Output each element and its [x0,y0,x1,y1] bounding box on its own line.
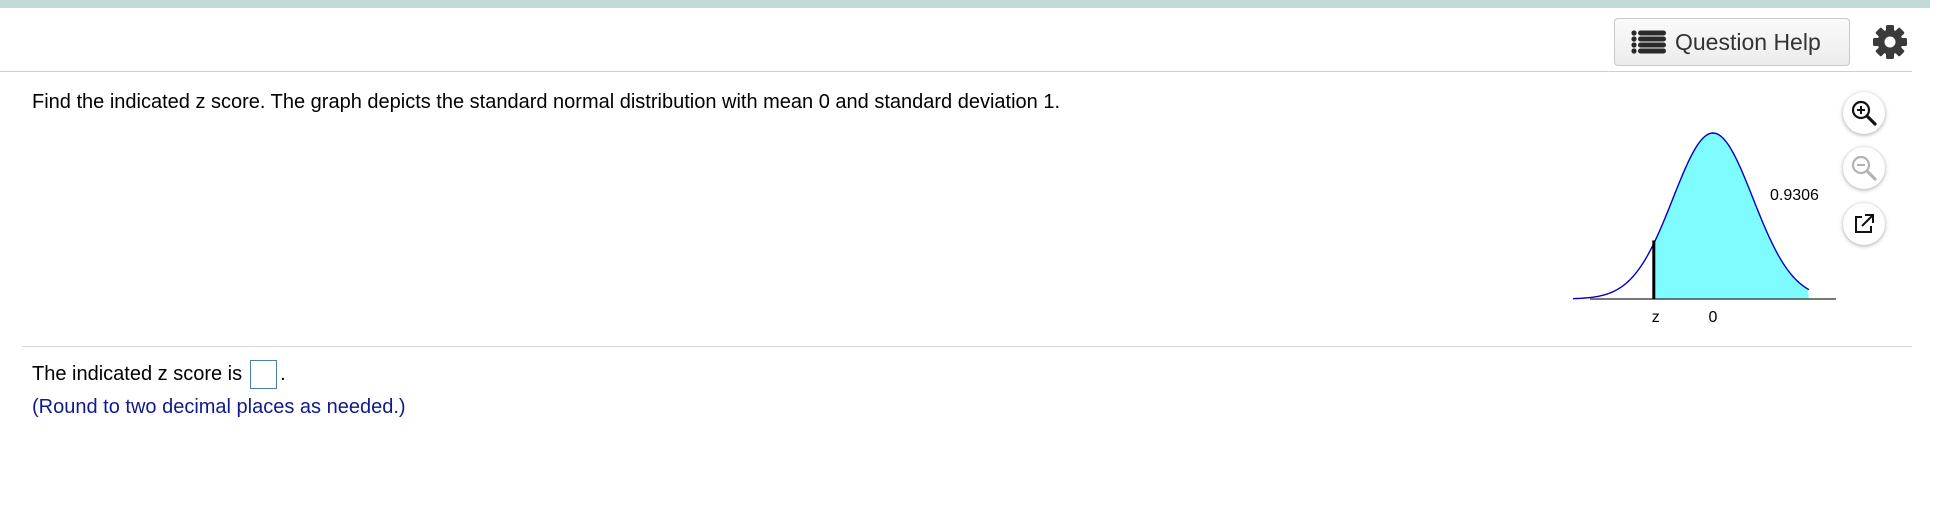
rounding-hint: (Round to two decimal places as needed.) [32,396,406,418]
z-score-input[interactable] [250,360,278,389]
normal-distribution-graph: 0.9306 z 0 [1572,115,1840,335]
question-help-button[interactable]: Question Help [1614,18,1850,66]
section-divider [22,346,1912,347]
zero-label: 0 [1709,309,1718,326]
question-prompt: Find the indicated z score. The graph de… [32,91,1061,113]
list-icon [1631,29,1667,55]
z-label: z [1652,309,1660,326]
gear-icon[interactable] [1870,22,1910,62]
zoom-in-button[interactable] [1843,92,1885,134]
answer-suffix: . [280,363,286,385]
shaded-area [1653,133,1809,299]
popout-icon [1852,212,1876,236]
question-help-label: Question Help [1675,28,1821,55]
answer-row: The indicated z score is . [32,360,286,389]
area-label: 0.9306 [1770,187,1819,204]
toolbar: Question Help [0,8,1936,72]
toolbar-divider [0,71,1912,72]
answer-prefix: The indicated z score is [32,363,243,385]
top-accent-bar [0,0,1930,8]
zoom-in-icon [1850,99,1878,127]
zoom-out-icon [1850,154,1878,182]
popout-button[interactable] [1843,203,1885,245]
zoom-out-button[interactable] [1843,147,1885,189]
